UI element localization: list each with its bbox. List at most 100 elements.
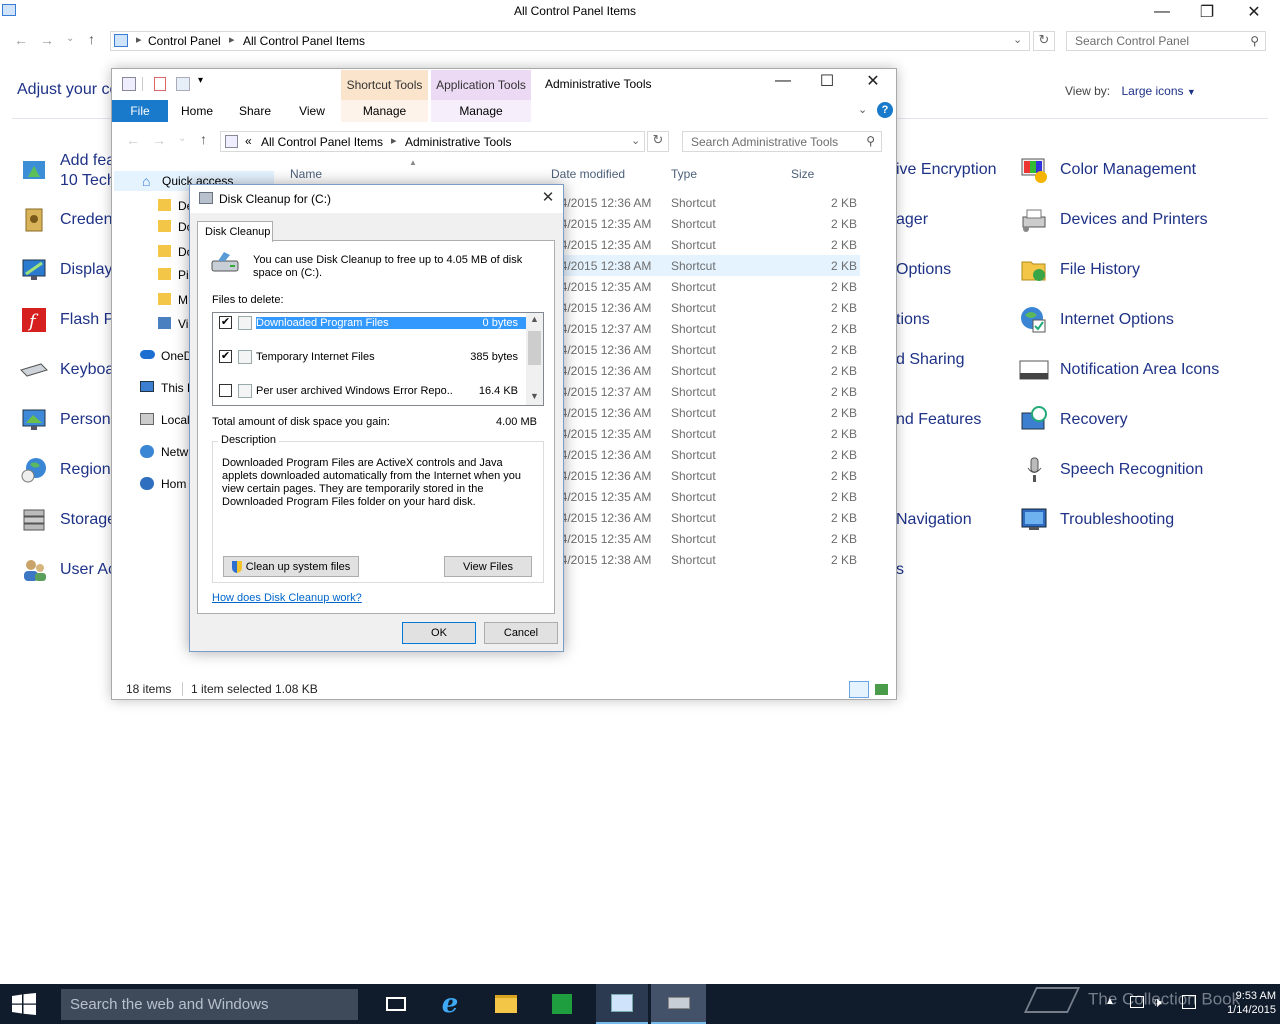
volume-icon[interactable]: 🕩 <box>1153 994 1162 1011</box>
cp-item-add-features[interactable]: Add fea 10 Tech <box>18 151 116 191</box>
scroll-down-icon[interactable]: ▼ <box>530 391 539 401</box>
checkbox[interactable]: ✔ <box>219 316 232 329</box>
large-icons-view-icon[interactable] <box>875 684 888 695</box>
column-size[interactable]: Size <box>791 167 814 181</box>
cp-item-personalization[interactable]: Persona <box>18 400 120 440</box>
taskbar-disk-cleanup[interactable] <box>651 984 706 1024</box>
recent-dropdown-icon[interactable]: ⌄ <box>178 133 186 144</box>
tab-share[interactable]: Share <box>230 100 280 122</box>
cp-item-user-accounts[interactable]: User Ac <box>18 550 116 590</box>
address-bar[interactable]: « All Control Panel Items ▸ Administrati… <box>220 131 645 152</box>
folder-icon[interactable] <box>176 77 190 91</box>
close-button[interactable]: ✕ <box>850 69 896 93</box>
cp-item-region[interactable]: Region <box>18 450 111 490</box>
cp-item-network-sharing[interactable]: d Sharing <box>896 340 965 380</box>
task-view-button[interactable] <box>372 984 420 1024</box>
cp-item-display[interactable]: Display <box>18 250 112 290</box>
forward-arrow-icon[interactable]: → <box>152 132 166 148</box>
close-button[interactable]: ✕ <box>1231 0 1277 24</box>
tab-manage-application[interactable]: Manage <box>431 100 531 122</box>
help-link[interactable]: How does Disk Cleanup work? <box>212 592 362 604</box>
search-input[interactable]: Search Control Panel ⚲ <box>1066 31 1266 51</box>
network-tray-icon[interactable] <box>1130 996 1144 1008</box>
overflow-icon[interactable]: « <box>245 134 252 148</box>
tab-disk-cleanup[interactable]: Disk Cleanup <box>197 221 273 242</box>
column-date-modified[interactable]: Date modified <box>551 167 625 181</box>
start-button[interactable] <box>0 984 48 1024</box>
chevron-down-icon[interactable]: ⌄ <box>1013 33 1022 46</box>
taskbar-search[interactable]: Search the web and Windows <box>61 989 358 1020</box>
context-tab-shortcut-tools[interactable]: Shortcut Tools <box>341 70 428 100</box>
cp-item-device-manager[interactable]: ager <box>896 200 928 240</box>
recent-dropdown-icon[interactable]: ⌄ <box>66 33 74 44</box>
tab-manage-shortcut[interactable]: Manage <box>341 100 428 122</box>
file-category-row[interactable]: ✔ Temporary Internet Files 385 bytes <box>213 348 526 365</box>
taskbar-internet-explorer[interactable]: e <box>426 984 474 1024</box>
taskbar-store[interactable] <box>538 984 586 1024</box>
expand-ribbon-icon[interactable]: ⌄ <box>858 103 867 116</box>
action-center-icon[interactable] <box>1182 995 1196 1009</box>
tab-file[interactable]: File <box>112 100 168 122</box>
restore-button[interactable]: ❐ <box>1184 0 1230 24</box>
cp-item-file-history[interactable]: File History <box>1018 250 1140 290</box>
ok-button[interactable]: OK <box>402 622 476 644</box>
column-type[interactable]: Type <box>671 167 697 181</box>
refresh-icon[interactable]: ↻ <box>647 131 669 152</box>
cp-item-notification-area[interactable]: Notification Area Icons <box>1018 350 1219 390</box>
cp-item-credential-manager[interactable]: Creden <box>18 200 112 240</box>
properties-icon[interactable] <box>122 77 136 91</box>
back-arrow-icon[interactable]: ← <box>126 132 140 148</box>
taskbar-control-panel[interactable] <box>596 984 648 1024</box>
context-tab-application-tools[interactable]: Application Tools <box>431 70 531 100</box>
cp-item-bitlocker[interactable]: ive Encryption <box>896 150 997 190</box>
cp-item-keyboard[interactable]: Keyboa <box>18 350 114 390</box>
back-arrow-icon[interactable]: ← <box>14 32 28 48</box>
clock[interactable]: 9:53 AM 1/14/2015 <box>1200 989 1276 1017</box>
tab-home[interactable]: Home <box>172 100 222 122</box>
view-files-button[interactable]: View Files <box>444 556 532 577</box>
breadcrumb-all-items[interactable]: All Control Panel Items <box>243 34 365 48</box>
scrollbar[interactable]: ▲ ▼ <box>526 313 543 405</box>
cp-item-devices-printers[interactable]: Devices and Printers <box>1018 200 1208 240</box>
cp-item-taskbar-navigation[interactable]: Navigation <box>896 500 972 540</box>
checkbox[interactable] <box>219 384 232 397</box>
up-arrow-icon[interactable]: ↑ <box>88 31 95 47</box>
minimize-button[interactable]: — <box>1139 0 1185 24</box>
cp-item-flash-player[interactable]: f Flash P <box>18 300 114 340</box>
refresh-icon[interactable]: ↻ <box>1033 31 1055 51</box>
close-button[interactable]: ✕ <box>537 188 559 208</box>
cp-item-speech-recognition[interactable]: Speech Recognition <box>1018 450 1203 490</box>
edit-icon[interactable] <box>154 77 166 91</box>
taskbar-file-explorer[interactable] <box>482 984 530 1024</box>
cp-item-color-management[interactable]: Color Management <box>1018 150 1196 190</box>
minimize-button[interactable]: — <box>760 69 806 93</box>
breadcrumb-all-items[interactable]: All Control Panel Items <box>261 135 383 149</box>
maximize-button[interactable]: ☐ <box>804 69 850 93</box>
chevron-down-icon[interactable]: ⌄ <box>631 134 640 147</box>
cp-item-storage-spaces[interactable]: Storage <box>18 500 116 540</box>
breadcrumb-control-panel[interactable]: Control Panel <box>148 34 221 48</box>
help-icon[interactable]: ? <box>877 102 893 118</box>
show-hidden-icons[interactable]: ▲ <box>1105 996 1115 1007</box>
view-by-dropdown[interactable]: Large icons ▼ <box>1121 84 1195 98</box>
forward-arrow-icon[interactable]: → <box>40 32 54 48</box>
cp-item-recovery[interactable]: Recovery <box>1018 400 1128 440</box>
file-category-row[interactable]: Per user archived Windows Error Repo... 1… <box>213 382 526 399</box>
address-bar[interactable]: ▸ Control Panel ▸ All Control Panel Item… <box>110 31 1030 51</box>
cp-item-windows-tools[interactable]: s <box>896 550 904 590</box>
cp-item-file-explorer-options[interactable]: Options <box>896 250 951 290</box>
up-arrow-icon[interactable]: ↑ <box>200 131 207 147</box>
column-name[interactable]: Name <box>290 167 322 181</box>
cp-item-internet-options[interactable]: Internet Options <box>1018 300 1174 340</box>
cancel-button[interactable]: Cancel <box>484 622 558 644</box>
search-input[interactable]: Search Administrative Tools ⚲ <box>682 131 882 152</box>
scroll-thumb[interactable] <box>528 331 541 365</box>
cp-item-indexing-options[interactable]: tions <box>896 300 930 340</box>
file-category-row[interactable]: ✔ Downloaded Program Files 0 bytes <box>213 314 526 331</box>
tab-view[interactable]: View <box>287 100 337 122</box>
breadcrumb-admin-tools[interactable]: Administrative Tools <box>405 135 512 149</box>
customize-dropdown-icon[interactable]: ▾ <box>198 75 203 86</box>
cp-item-troubleshooting[interactable]: Troubleshooting <box>1018 500 1174 540</box>
details-view-icon[interactable] <box>849 681 869 698</box>
checkbox[interactable]: ✔ <box>219 350 232 363</box>
